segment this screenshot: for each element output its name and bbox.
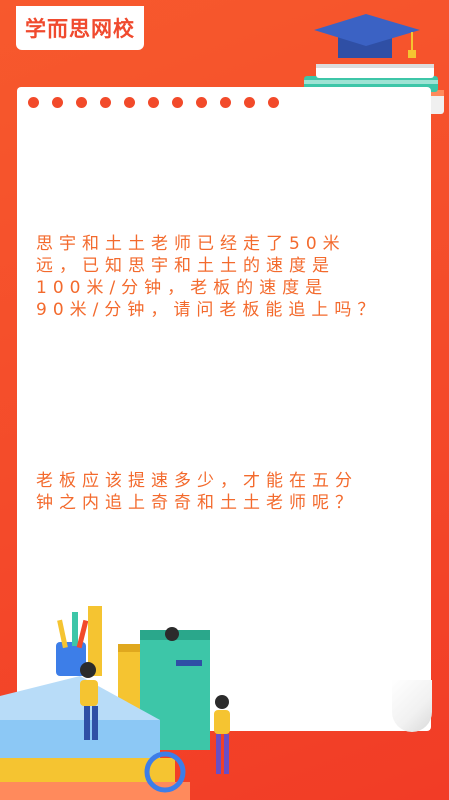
dot: [220, 97, 231, 108]
brand-logo-text: 学而思网校: [25, 17, 135, 41]
dot: [268, 97, 279, 108]
dot: [52, 97, 63, 108]
dot: [124, 97, 135, 108]
paper-dot-row: [28, 97, 279, 108]
school-scene-illustration: [0, 606, 230, 800]
paper-curl: [392, 680, 432, 732]
dot: [196, 97, 207, 108]
question-text-1: 思宇和土土老师已经走了50米 远，已知思宇和土土的速度是 100米/分钟，老板的…: [36, 234, 381, 320]
dot: [76, 97, 87, 108]
dot: [172, 97, 183, 108]
brand-logo: 学而思网校: [16, 6, 144, 50]
dot: [148, 97, 159, 108]
dot: [28, 97, 39, 108]
dot: [100, 97, 111, 108]
question-text-2: 老板应该提速多少，才能在五分 钟之内追上奇奇和土土老师呢？: [36, 471, 358, 513]
dot: [244, 97, 255, 108]
